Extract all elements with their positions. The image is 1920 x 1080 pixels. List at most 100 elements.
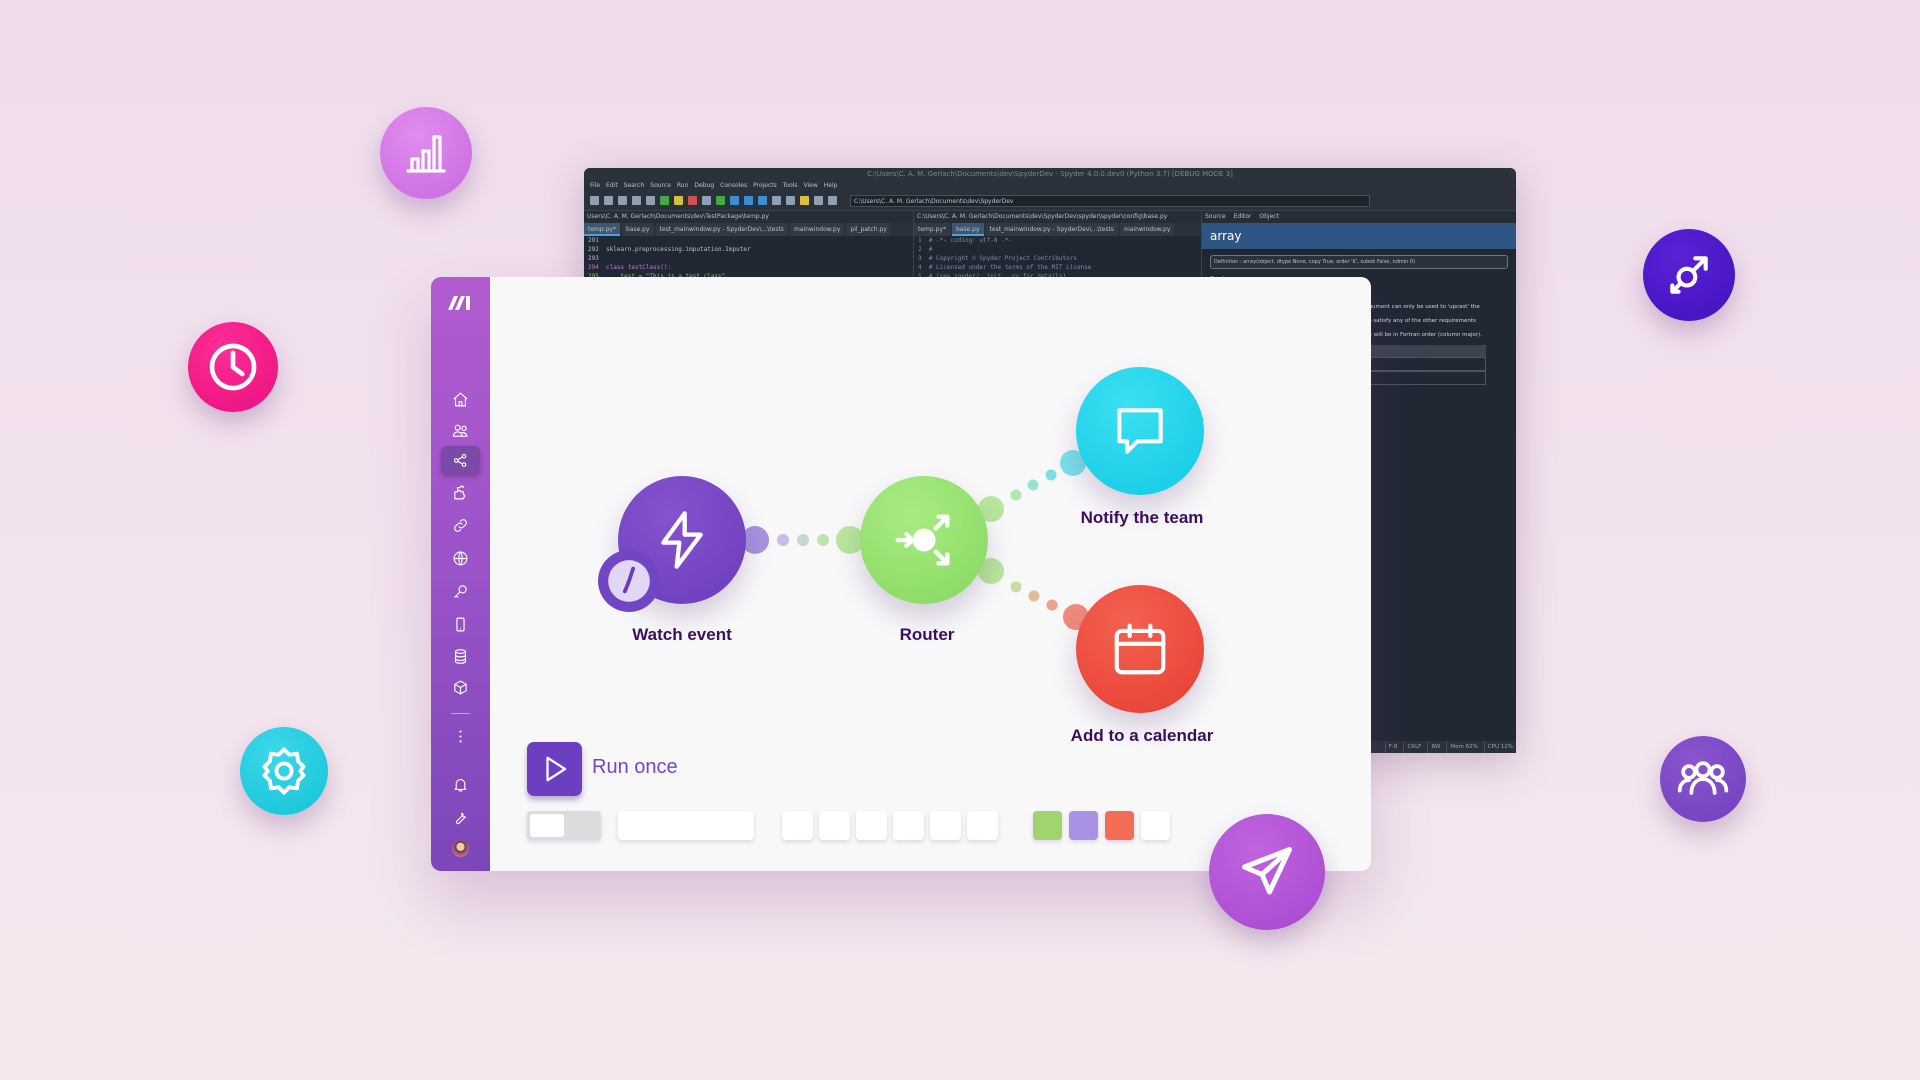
source-label: Source bbox=[1205, 213, 1226, 220]
status-cpu: CPU 12% bbox=[1483, 741, 1513, 753]
chat-bubble-icon bbox=[1117, 408, 1163, 454]
list-icon[interactable] bbox=[632, 196, 641, 205]
play-icon bbox=[545, 756, 566, 782]
connector-dot bbox=[817, 534, 829, 546]
menu-view[interactable]: View bbox=[804, 180, 818, 191]
connector-dot bbox=[1010, 581, 1022, 593]
step-icon[interactable] bbox=[744, 196, 753, 205]
connector-dot bbox=[1027, 479, 1039, 491]
menu-help[interactable]: Help bbox=[824, 180, 838, 191]
swatch-red-button[interactable] bbox=[1105, 811, 1134, 840]
toolbar-button[interactable] bbox=[819, 811, 850, 840]
bar-chart-icon bbox=[406, 135, 446, 173]
code-line: 291 bbox=[588, 237, 599, 244]
editor-tab[interactable]: pil_patch.py bbox=[846, 223, 891, 236]
module-notify-the-team[interactable] bbox=[1076, 367, 1204, 495]
stop-debug-icon[interactable] bbox=[758, 196, 767, 205]
status-encoding: F-8 bbox=[1384, 741, 1397, 753]
status-permissions: RW bbox=[1427, 741, 1440, 753]
run-once-button[interactable] bbox=[527, 742, 582, 796]
toolbar-button[interactable] bbox=[782, 811, 813, 840]
editor-tab[interactable]: temp.py* bbox=[914, 223, 950, 236]
run-once-label[interactable]: Run once bbox=[592, 756, 678, 779]
run-cell-icon[interactable] bbox=[674, 196, 683, 205]
menu-edit[interactable]: Edit bbox=[606, 180, 618, 191]
scheduling-toggle[interactable] bbox=[527, 811, 601, 840]
module-router[interactable] bbox=[860, 476, 988, 604]
code-line: 3 # Copyright © Spyder Project Contribut… bbox=[918, 255, 1077, 262]
menu-consoles[interactable]: Consoles bbox=[720, 180, 747, 191]
status-memory: Mem 62% bbox=[1446, 741, 1478, 753]
toolbar-button[interactable] bbox=[1141, 811, 1170, 840]
save-all-icon[interactable] bbox=[618, 196, 627, 205]
connector-dot bbox=[1046, 599, 1058, 611]
toolbar-button[interactable] bbox=[967, 811, 998, 840]
connector-dot bbox=[797, 534, 809, 546]
open-icon[interactable] bbox=[590, 196, 599, 205]
menu-search[interactable]: Search bbox=[624, 180, 645, 191]
maximize-icon[interactable] bbox=[772, 196, 781, 205]
schedule-badge[interactable] bbox=[598, 550, 660, 612]
editor-tab[interactable]: temp.py* bbox=[584, 223, 620, 236]
connector-dot bbox=[1010, 489, 1022, 501]
source-select[interactable]: Editor bbox=[1234, 211, 1252, 223]
send-icon bbox=[1242, 847, 1292, 895]
toolbar-button[interactable] bbox=[893, 811, 924, 840]
clock-badge bbox=[188, 322, 278, 412]
menu-debug[interactable]: Debug bbox=[694, 180, 714, 191]
menu-file[interactable]: File bbox=[590, 180, 600, 191]
run-selection-icon[interactable] bbox=[702, 196, 711, 205]
code-line: 294 class testClass(): bbox=[588, 264, 672, 271]
working-directory-input[interactable]: C:\Users\C. A. M. Gerlach\Documents\dev\… bbox=[850, 194, 1370, 207]
back-icon[interactable] bbox=[814, 196, 823, 205]
forward-icon[interactable] bbox=[828, 196, 837, 205]
editor-tab[interactable]: test_mainwindow.py - SpyderDev\...\tests bbox=[655, 223, 788, 236]
lightning-icon bbox=[661, 511, 703, 569]
bar-chart-badge bbox=[380, 107, 472, 199]
swatch-green-button[interactable] bbox=[1033, 811, 1062, 840]
help-definition: Definition : array(object, dtype None, c… bbox=[1210, 255, 1508, 269]
scenario-editor-window: Watch event Router Notify the team Add t… bbox=[431, 277, 1371, 871]
editor-tab[interactable]: test_mainwindow.py - SpyderDev\...\tests bbox=[985, 223, 1118, 236]
ide-menubar: File Edit Search Source Run Debug Consol… bbox=[584, 180, 1516, 191]
code-line: 4 # Licensed under the terms of the MIT … bbox=[918, 264, 1092, 271]
module-label: Router bbox=[899, 625, 955, 644]
save-icon[interactable] bbox=[604, 196, 613, 205]
file-path: Users\C. A. M. Gerlach\Documents\dev\Tes… bbox=[584, 211, 913, 223]
editor-tab[interactable]: mainwindow.py bbox=[789, 223, 845, 236]
ide-toolbar: C:\Users\C. A. M. Gerlach\Documents\dev\… bbox=[584, 191, 1516, 211]
send-button[interactable] bbox=[1209, 814, 1325, 930]
clock-icon bbox=[608, 560, 650, 602]
menu-tools[interactable]: Tools bbox=[783, 180, 798, 191]
team-icon bbox=[1677, 761, 1729, 795]
calendar-icon bbox=[1114, 623, 1166, 675]
ide-title: C:\Users\C. A. M. Gerlach\Documents\dev\… bbox=[584, 168, 1516, 180]
status-eol: CRLF bbox=[1403, 741, 1421, 753]
editor-tab[interactable]: base.py bbox=[951, 223, 984, 236]
scheduling-settings-button[interactable] bbox=[618, 811, 754, 840]
toolbar-button[interactable] bbox=[856, 811, 887, 840]
connector-dot bbox=[1045, 469, 1057, 481]
settings-icon[interactable] bbox=[646, 196, 655, 205]
module-label: Add to a calendar bbox=[1070, 726, 1214, 745]
editor-tab[interactable]: base.py bbox=[621, 223, 654, 236]
wrench-icon[interactable] bbox=[786, 196, 795, 205]
run-icon[interactable] bbox=[660, 196, 669, 205]
help-title: array bbox=[1202, 223, 1516, 249]
rerun-icon[interactable] bbox=[716, 196, 725, 205]
code-line: 293 bbox=[588, 255, 599, 262]
debug-icon[interactable] bbox=[730, 196, 739, 205]
python-icon[interactable] bbox=[800, 196, 809, 205]
team-badge bbox=[1660, 736, 1746, 822]
gear-badge bbox=[240, 727, 328, 815]
object-label: Object bbox=[1259, 213, 1279, 220]
editor-tab[interactable]: mainwindow.py bbox=[1119, 223, 1175, 236]
menu-run[interactable]: Run bbox=[677, 180, 689, 191]
run-cell-advance-icon[interactable] bbox=[688, 196, 697, 205]
module-add-to-a-calendar[interactable] bbox=[1076, 585, 1204, 713]
menu-source[interactable]: Source bbox=[650, 180, 671, 191]
menu-projects[interactable]: Projects bbox=[753, 180, 777, 191]
code-line: 292 sklearn.preprocessing.imputation.Imp… bbox=[588, 246, 751, 253]
swatch-purple-button[interactable] bbox=[1069, 811, 1098, 840]
toolbar-button[interactable] bbox=[930, 811, 961, 840]
